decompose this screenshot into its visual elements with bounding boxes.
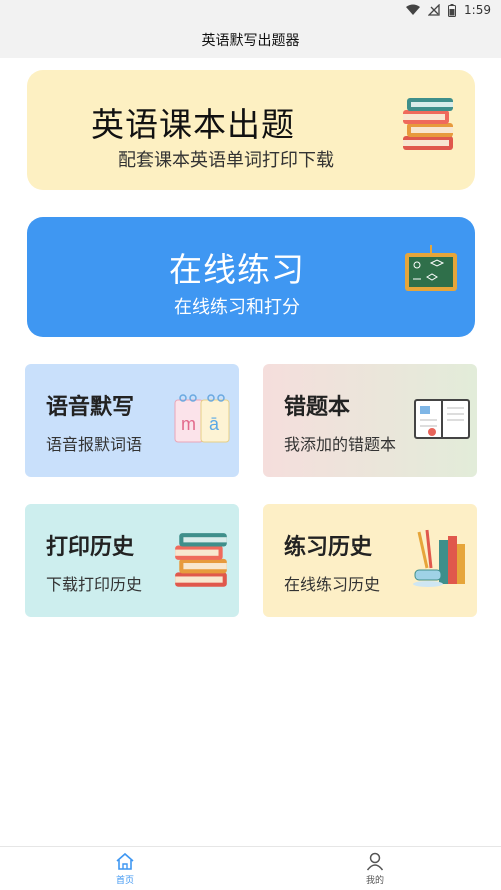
person-icon (366, 852, 384, 871)
notebook-icon (414, 399, 470, 439)
tab-mine[interactable]: 我的 (345, 851, 405, 886)
voice-dictation-title: 语音默写 (46, 395, 135, 420)
tab-home-label: 首页 (115, 876, 134, 886)
chalkboard-icon (405, 245, 457, 291)
tab-mine-label: 我的 (365, 876, 384, 886)
home-icon (116, 852, 134, 870)
battery-icon (448, 3, 457, 17)
voice-dictation-subtitle: 语音报默词语 (46, 435, 143, 454)
app-bar: 英语默写出题器 (0, 22, 501, 58)
study-supplies-icon (413, 529, 465, 587)
practice-history-title: 练习历史 (284, 535, 373, 560)
books-icon (403, 98, 453, 150)
wrong-answer-book-card[interactable]: 错题本 我添加的错题本 (263, 364, 477, 477)
no-signal-icon (428, 4, 440, 16)
textbook-quiz-subtitle: 配套课本英语单词打印下载 (118, 150, 334, 171)
textbook-quiz-card[interactable]: 英语课本出题 配套课本英语单词打印下载 (27, 70, 475, 190)
pinyin-cards-icon: m ā (174, 394, 230, 443)
wrong-answer-book-subtitle: 我添加的错题本 (284, 435, 397, 454)
practice-history-subtitle: 在线练习历史 (284, 575, 381, 594)
voice-dictation-card[interactable]: 语音默写 语音报默词语 m ā (25, 364, 239, 477)
status-bar: 1:59 (0, 0, 501, 22)
online-practice-title: 在线练习 (169, 250, 305, 289)
tab-home[interactable]: 首页 (95, 851, 155, 886)
print-history-subtitle: 下载打印历史 (46, 575, 143, 594)
bottom-tab-bar: 首页 我的 (0, 846, 501, 890)
wifi-icon (406, 4, 421, 15)
print-history-title: 打印历史 (46, 535, 135, 560)
practice-history-card[interactable]: 练习历史 在线练习历史 (263, 504, 477, 617)
textbook-quiz-title: 英语课本出题 (91, 105, 295, 144)
online-practice-card[interactable]: 在线练习 在线练习和打分 (27, 217, 475, 337)
print-history-card[interactable]: 打印历史 下载打印历史 (25, 504, 239, 617)
wrong-answer-book-title: 错题本 (284, 395, 351, 420)
status-icons: 1:59 (406, 3, 491, 17)
online-practice-subtitle: 在线练习和打分 (174, 297, 300, 318)
books-icon (175, 533, 227, 587)
svg-text:ā: ā (209, 414, 220, 434)
clock: 1:59 (464, 3, 491, 17)
page-title: 英语默写出题器 (201, 33, 300, 49)
svg-text:m: m (181, 414, 196, 434)
